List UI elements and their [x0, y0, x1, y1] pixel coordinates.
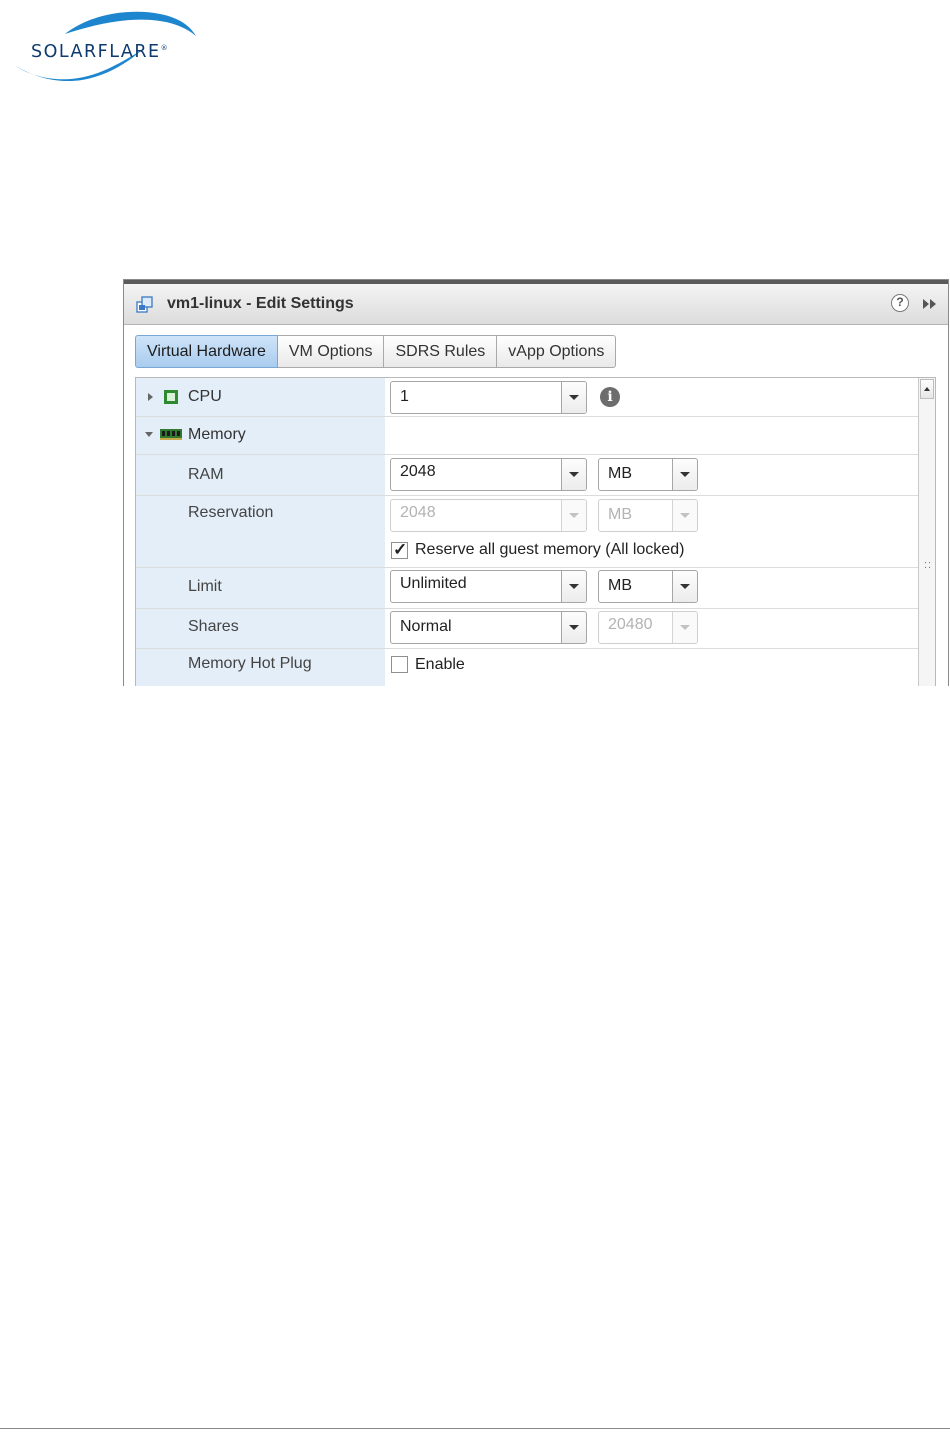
shares-row: Shares Normal 20480 [136, 608, 918, 649]
memory-icon [160, 429, 182, 440]
shares-select[interactable]: Normal [390, 611, 587, 644]
footer-divider [0, 1428, 950, 1429]
chevron-down-icon[interactable] [672, 612, 697, 643]
scroll-up-arrow-icon[interactable] [920, 379, 934, 399]
ram-input[interactable]: 2048 [390, 458, 587, 491]
reserve-all-checkbox[interactable]: ✓ [391, 540, 408, 559]
chevron-down-icon[interactable] [672, 571, 697, 602]
expand-icon[interactable] [922, 297, 938, 311]
edit-settings-dialog: vm1-linux - Edit Settings ? Virtual Hard… [123, 279, 949, 686]
chevron-down-icon[interactable] [672, 500, 697, 531]
tab-virtual-hardware[interactable]: Virtual Hardware [135, 335, 278, 368]
reservation-input[interactable]: 2048 [390, 499, 587, 532]
solarflare-logo: SOLARFLARE® [10, 10, 200, 85]
memory-label: Memory [188, 426, 246, 443]
chevron-down-icon[interactable] [561, 612, 586, 643]
scroll-grip-icon[interactable]: :: [924, 560, 932, 571]
dialog-titlebar: vm1-linux - Edit Settings ? [124, 284, 948, 325]
chevron-down-icon[interactable] [672, 459, 697, 490]
limit-label: Limit [188, 578, 222, 595]
chevron-down-icon[interactable] [561, 459, 586, 490]
vertical-scrollbar[interactable]: :: [918, 378, 935, 686]
chevron-down-icon[interactable] [561, 571, 586, 602]
collapse-arrow-icon[interactable] [145, 432, 153, 437]
reserve-all-label: Reserve all guest memory (All locked) [415, 541, 685, 558]
ram-unit-select[interactable]: MB [598, 458, 698, 491]
cpu-row: CPU 1 i [136, 378, 918, 417]
tab-vm-options[interactable]: VM Options [277, 335, 385, 368]
chevron-down-icon[interactable] [561, 500, 586, 531]
ram-label: RAM [188, 466, 224, 483]
reservation-row: Reservation 2048 MB ✓ Reserve all guest … [136, 495, 918, 568]
expand-arrow-icon[interactable] [148, 393, 153, 401]
tab-vapp-options[interactable]: vApp Options [497, 335, 617, 368]
help-icon[interactable]: ? [891, 294, 909, 312]
hot-plug-label: Memory Hot Plug [188, 655, 312, 672]
limit-row: Limit Unlimited MB [136, 567, 918, 609]
hardware-grid: CPU 1 i Memory RAM 2048 MB Reservation 2… [135, 377, 936, 686]
memory-row: Memory [136, 416, 918, 455]
chevron-down-icon[interactable] [561, 382, 586, 413]
logo-wordmark: SOLARFLARE® [31, 42, 168, 62]
shares-label: Shares [188, 618, 239, 635]
hot-plug-row: Memory Hot Plug Enable [136, 648, 918, 686]
vm-icon [136, 296, 153, 313]
info-icon[interactable]: i [600, 387, 620, 407]
reservation-unit-select[interactable]: MB [598, 499, 698, 532]
hot-plug-checkbox[interactable] [391, 656, 408, 673]
tab-bar: Virtual Hardware VM Options SDRS Rules v… [135, 335, 617, 368]
ram-row: RAM 2048 MB [136, 454, 918, 496]
hot-plug-enable-label: Enable [415, 656, 465, 673]
limit-unit-select[interactable]: MB [598, 570, 698, 603]
cpu-count-select[interactable]: 1 [390, 381, 587, 414]
shares-count-input[interactable]: 20480 [598, 611, 698, 644]
cpu-label: CPU [188, 388, 222, 405]
cpu-icon [164, 390, 178, 404]
limit-input[interactable]: Unlimited [390, 570, 587, 603]
checkmark-icon: ✓ [393, 540, 408, 559]
dialog-title: vm1-linux - Edit Settings [167, 295, 354, 312]
reservation-label: Reservation [188, 504, 274, 521]
tab-sdrs-rules[interactable]: SDRS Rules [384, 335, 498, 368]
